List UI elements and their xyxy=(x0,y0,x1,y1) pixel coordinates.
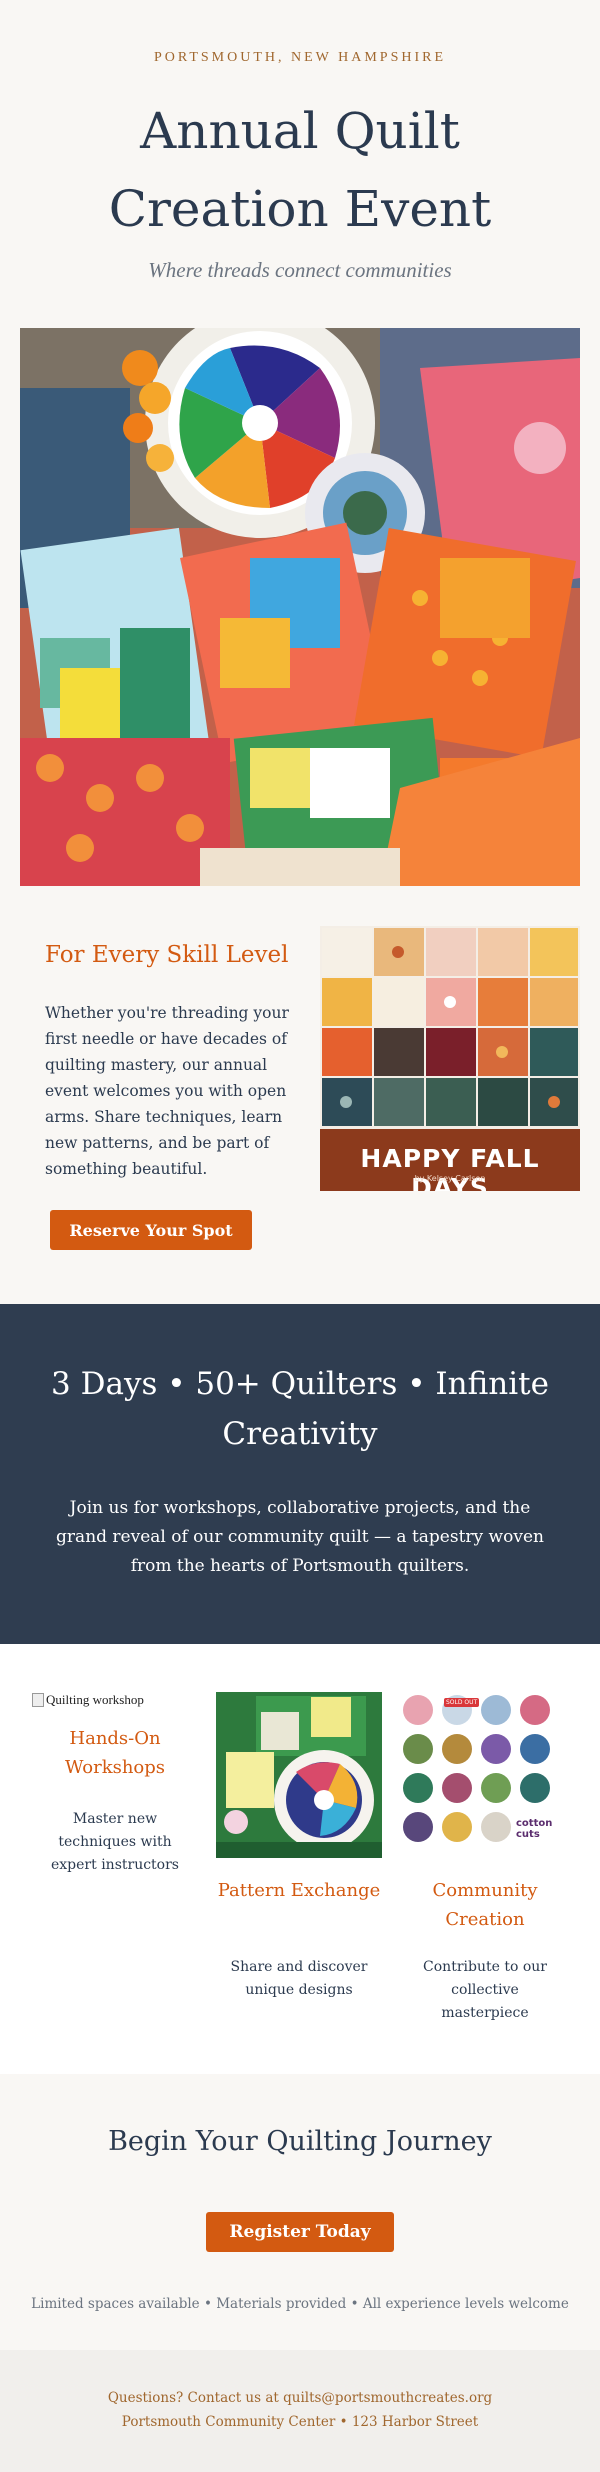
stats-title: 3 Days • 50+ Quilters • Infinite Creativ… xyxy=(51,1366,549,1452)
broken-image-placeholder: Quilting workshop xyxy=(32,1692,144,1708)
sold-out-badge: SOLD OUT xyxy=(444,1698,480,1707)
features-section: Hands-On Workshops Master new techniques… xyxy=(0,1644,600,2074)
happy-fall-days-fabric-image: HAPPY FALL DAYS by Kelsey Carlson xyxy=(320,926,580,1191)
title-line-2: Creation Event xyxy=(108,180,492,238)
broken-image-alt-text: Quilting workshop xyxy=(46,1692,144,1707)
footer: Questions? Contact us at quilts@portsmou… xyxy=(0,2350,600,2472)
register-button[interactable]: Register Today xyxy=(206,2212,394,2252)
page-title: Annual Quilt Creation Event xyxy=(0,92,600,248)
hero-photo-quilt-kits xyxy=(20,328,580,886)
hero-illustration xyxy=(20,328,580,886)
reserve-spot-button[interactable]: Reserve Your Spot xyxy=(50,1210,252,1250)
stats-description: Join us for workshops, collaborative pro… xyxy=(56,1498,544,1576)
feature-title-workshops: Hands-On Workshops xyxy=(64,1728,166,1778)
feature-title-pattern-exchange: Pattern Exchange xyxy=(217,1880,381,1901)
skill-heading: For Every Skill Level xyxy=(45,942,289,968)
email-page: PORTSMOUTH, NEW HAMPSHIRE Annual Quilt C… xyxy=(0,0,600,2472)
cta-note: Limited spaces available • Materials pro… xyxy=(31,2296,569,2312)
fabric-banner-title: HAPPY FALL DAYS xyxy=(360,1144,540,1191)
feature-text-pattern-exchange: Share and discover unique designs xyxy=(230,1959,368,1998)
page-subtitle: Where threads connect communities xyxy=(148,258,452,282)
stats-section: 3 Days • 50+ Quilters • Infinite Creativ… xyxy=(0,1304,600,1644)
skill-description: Whether you're threading your first need… xyxy=(45,1004,289,1178)
pattern-exchange-illustration xyxy=(216,1692,382,1858)
footer-address: Portsmouth Community Center • 123 Harbor… xyxy=(121,2414,479,2430)
header: PORTSMOUTH, NEW HAMPSHIRE Annual Quilt C… xyxy=(0,0,600,328)
title-line-1: Annual Quilt xyxy=(140,102,460,160)
cotton-cuts-logo: cotton cuts xyxy=(516,1818,553,1840)
community-creation-photo: SOLD OUT cotton cuts xyxy=(400,1692,570,1858)
broken-image-icon xyxy=(32,1693,44,1707)
fabric-banner-byline: by Kelsey Carlson xyxy=(414,1174,486,1183)
feature-text-workshops: Master new techniques with expert instru… xyxy=(51,1811,179,1873)
feature-title-community-creation: Community Creation xyxy=(432,1880,538,1930)
footer-contact[interactable]: Questions? Contact us at quilts@portsmou… xyxy=(0,2390,600,2406)
cta-section: Begin Your Quilting Journey Register Tod… xyxy=(0,2074,600,2350)
location-kicker: PORTSMOUTH, NEW HAMPSHIRE xyxy=(153,50,447,65)
pattern-exchange-photo xyxy=(216,1692,382,1858)
cta-title: Begin Your Quilting Journey xyxy=(108,2126,492,2157)
feature-text-community-creation: Contribute to our collective masterpiece xyxy=(423,1959,547,2021)
